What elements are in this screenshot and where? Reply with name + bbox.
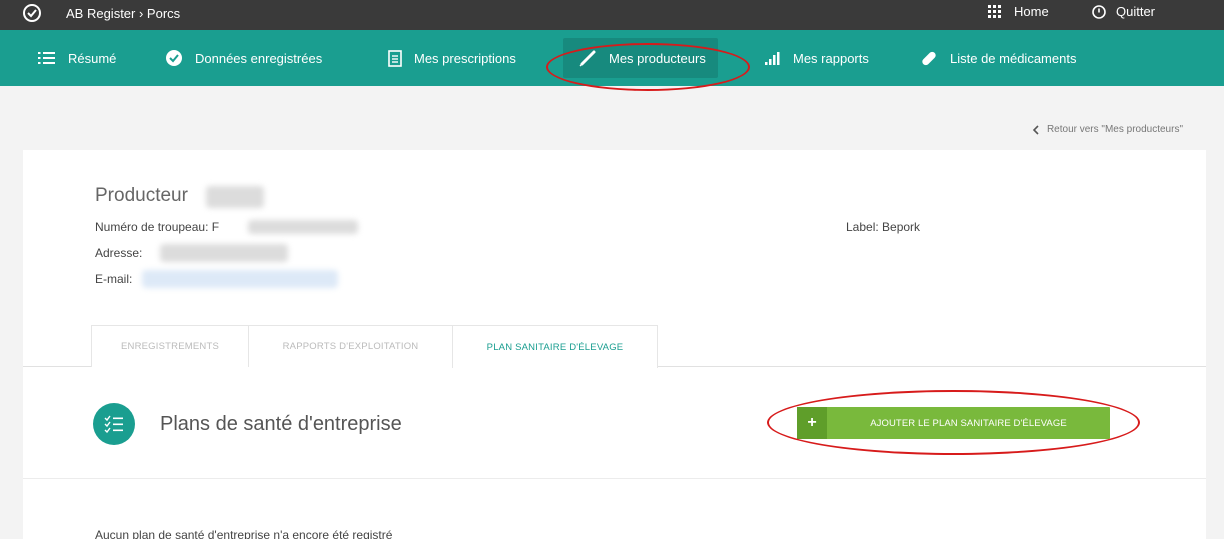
producer-label: Label: Bepork (846, 220, 921, 234)
grid-icon (988, 5, 1001, 18)
chevron-left-icon (1032, 124, 1039, 135)
back-to-producers-link[interactable]: Retour vers "Mes producteurs" (1032, 124, 1183, 135)
check-circle-icon (23, 4, 41, 22)
quit-button[interactable]: Quitter (1092, 4, 1155, 19)
section-divider (23, 478, 1206, 479)
home-label: Home (1014, 4, 1049, 19)
bar-chart-icon (765, 51, 780, 65)
producer-title: Producteur (95, 185, 188, 206)
top-bar: AB Register › Porcs Home Quitter (0, 0, 1224, 30)
nav-item-label: Mes rapports (793, 50, 869, 66)
nav-item-recorded-data[interactable]: Données enregistrées (165, 30, 322, 86)
nav-item-resume[interactable]: Résumé (38, 30, 116, 86)
checklist-glyph (104, 415, 123, 433)
nav-item-reports[interactable]: Mes rapports (765, 30, 869, 86)
tab-farm-reports[interactable]: RAPPORTS D'EXPLOITATION (248, 325, 453, 367)
address-field: Adresse: (95, 246, 143, 260)
nav-item-medication-list[interactable]: Liste de médicaments (920, 30, 1076, 86)
power-icon (1092, 4, 1106, 19)
empty-plans-message: Aucun plan de santé d'entreprise n'a enc… (95, 528, 393, 539)
nav-item-label: Mes prescriptions (414, 50, 516, 66)
nav-item-label: Résumé (68, 50, 117, 66)
check-circle-icon (166, 50, 182, 66)
list-icon (38, 52, 55, 64)
redacted-email (142, 270, 338, 288)
redacted-address (160, 244, 288, 262)
section-title: Plans de santé d'entreprise (160, 413, 402, 435)
herd-number-field: Numéro de troupeau: F (95, 220, 220, 234)
app-breadcrumb[interactable]: AB Register › Porcs (66, 6, 180, 21)
nav-item-prescriptions[interactable]: Mes prescriptions (388, 30, 516, 86)
checklist-icon (93, 403, 135, 445)
email-field: E-mail: (95, 272, 133, 286)
annotation-ellipse-add-plan (767, 390, 1140, 455)
redacted-herd-number (248, 220, 358, 234)
nav-item-label: Données enregistrées (195, 50, 323, 66)
nav-item-label: Liste de médicaments (950, 50, 1077, 66)
home-link[interactable]: Home (988, 4, 1049, 19)
pill-icon (922, 51, 936, 66)
back-link-label: Retour vers "Mes producteurs" (1046, 124, 1183, 135)
tab-health-plan[interactable]: PLAN SANITAIRE D'ÉLEVAGE (452, 325, 658, 368)
document-icon (388, 49, 402, 67)
tab-registrations[interactable]: ENREGISTREMENTS (91, 325, 249, 367)
redacted-name (206, 186, 264, 208)
annotation-ellipse-producers (546, 43, 750, 91)
quit-label: Quitter (1116, 4, 1156, 19)
